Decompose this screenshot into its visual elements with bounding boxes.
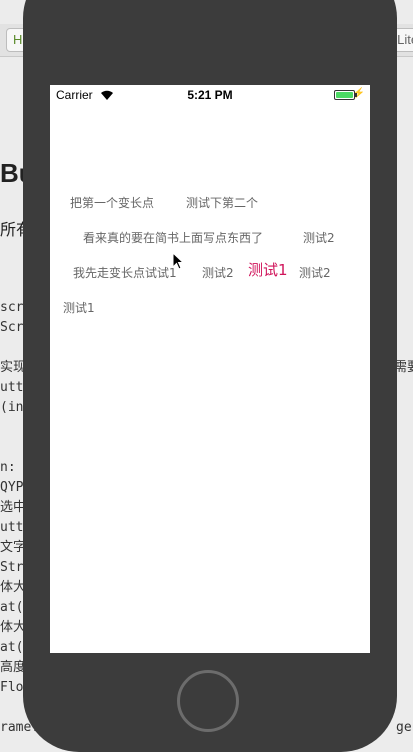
- code-line: (in: [0, 400, 24, 415]
- code-fragment-bottom-right: ger:: [396, 720, 413, 734]
- home-button[interactable]: [177, 670, 239, 732]
- tag-button[interactable]: 测试1: [63, 300, 95, 316]
- code-line: Str: [0, 560, 24, 575]
- battery-cap: [355, 93, 357, 97]
- status-time: 5:21 PM: [187, 88, 233, 102]
- battery-fill: [336, 92, 353, 98]
- code-line: Flo: [0, 680, 24, 695]
- editor-tab-label: H: [13, 32, 23, 47]
- code-line: at(: [0, 600, 24, 615]
- mouse-cursor-icon: [172, 251, 185, 274]
- status-bar: Carrier 5:21 PM ⚡: [50, 85, 370, 105]
- tag-button[interactable]: 看来真的要在简书上面写点东西了: [83, 230, 263, 246]
- tag-button[interactable]: 测试下第二个: [186, 195, 258, 211]
- code-line: QYP: [0, 480, 24, 495]
- battery-icon: [334, 90, 357, 100]
- tag-button[interactable]: 测试2: [303, 230, 335, 246]
- tag-button[interactable]: 测试2: [299, 265, 331, 281]
- code-line: utt: [0, 520, 24, 535]
- code-line: at(: [0, 640, 24, 655]
- tag-button[interactable]: 我先走变长点试试1: [73, 265, 177, 281]
- tag-button-selected[interactable]: 测试1: [248, 262, 288, 278]
- simulator-screen: Carrier 5:21 PM ⚡ 把第一个变长点 测试下第二个看来真的要在简书上…: [50, 85, 370, 653]
- tag-button[interactable]: 测试2: [202, 265, 234, 281]
- tag-button[interactable]: 把第一个变长点: [70, 195, 154, 211]
